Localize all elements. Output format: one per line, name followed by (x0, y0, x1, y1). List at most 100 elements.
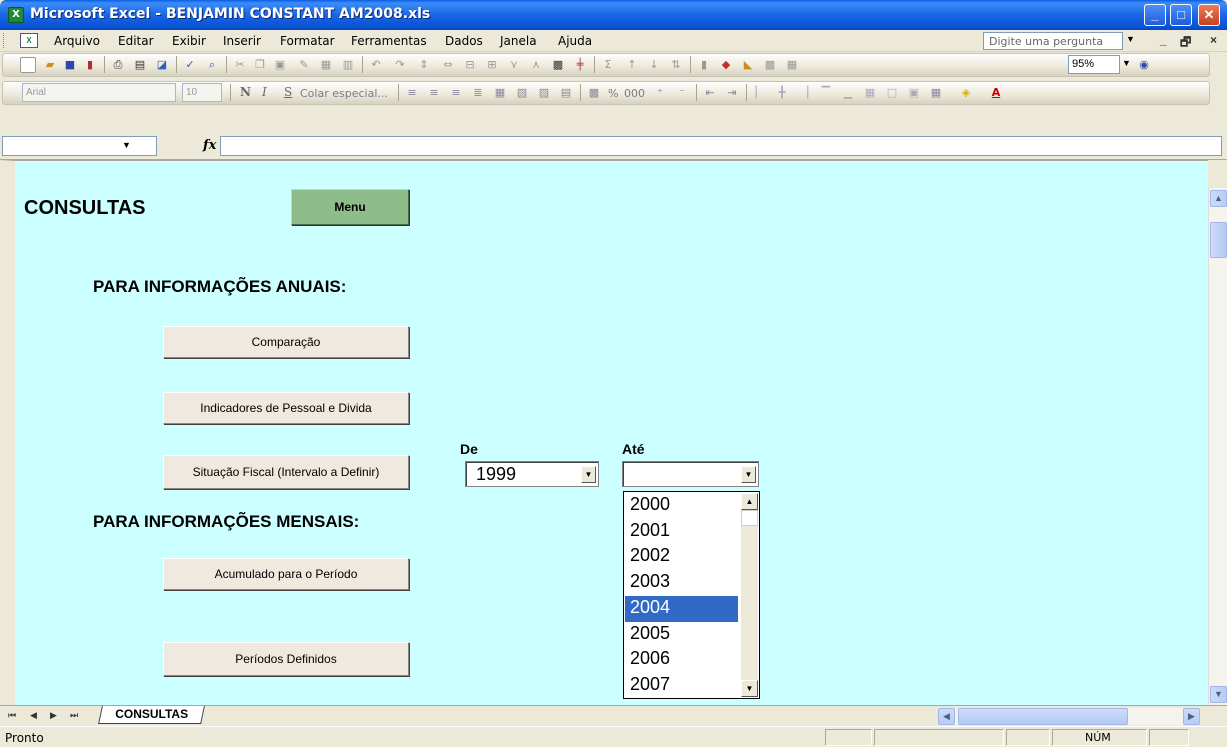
help-dropdown-icon[interactable]: ▼ (1126, 34, 1135, 44)
menu-arquivo[interactable]: Arquivo (54, 34, 100, 48)
help-icon[interactable]: ◉ (1136, 57, 1152, 73)
from-dropdown-icon[interactable]: ▼ (581, 466, 596, 483)
trace-icon[interactable]: ⋎ (506, 57, 522, 73)
thousands-button[interactable]: 000 (624, 87, 645, 100)
autosum-icon[interactable]: Σ (600, 57, 616, 73)
border-all-icon[interactable]: ▦ (862, 85, 878, 101)
horizontal-scroll-thumb[interactable] (958, 708, 1128, 725)
dropdown-scroll-thumb[interactable] (741, 510, 758, 526)
scroll-down-icon[interactable]: ▼ (1210, 686, 1227, 703)
sort-options-icon[interactable]: ⇅ (668, 57, 684, 73)
dropdown-option[interactable]: 2007 (625, 673, 738, 699)
indicadores-button[interactable]: Indicadores de Pessoal e Divida (163, 392, 409, 424)
borders-icon[interactable]: ╪ (572, 57, 588, 73)
drawing-icon[interactable]: ◆ (718, 57, 734, 73)
dropdown-option[interactable]: 2001 (625, 519, 738, 545)
menu-dados[interactable]: Dados (445, 34, 483, 48)
dropdown-scroll-up-icon[interactable]: ▲ (741, 493, 758, 510)
justify-icon[interactable]: ≣ (470, 85, 486, 101)
merge-center-icon[interactable]: ▦ (492, 85, 508, 101)
first-sheet-icon[interactable]: ⏮ (8, 710, 16, 721)
periodos-definidos-button[interactable]: Períodos Definidos (163, 642, 409, 676)
vertical-scrollbar[interactable]: ▲ ▼ (1208, 188, 1227, 705)
percent-button[interactable]: % (608, 87, 618, 100)
to-dropdown-icon[interactable]: ▼ (741, 466, 756, 483)
chart-wizard-icon[interactable]: ▮ (696, 57, 712, 73)
sheet-tab-consultas[interactable]: CONSULTAS (98, 706, 205, 724)
situacao-fiscal-button[interactable]: Situação Fiscal (Intervalo a Definir) (163, 455, 409, 489)
insert-row-icon[interactable]: ⇕ (416, 57, 432, 73)
next-sheet-icon[interactable]: ▶ (50, 710, 57, 721)
align-center-icon[interactable]: ≡ (426, 85, 442, 101)
form-icon[interactable]: ▦ (784, 57, 800, 73)
currency-icon[interactable]: ▩ (586, 85, 602, 101)
decrease-decimal-icon[interactable]: ⁻ (674, 85, 690, 101)
border-thick-icon[interactable]: ▣ (906, 85, 922, 101)
font-name-select[interactable]: Arial (22, 83, 176, 102)
freeze-panes-icon[interactable]: ▩ (550, 57, 566, 73)
decrease-indent-icon[interactable]: ⇤ (702, 85, 718, 101)
increase-decimal-icon[interactable]: ⁺ (652, 85, 668, 101)
border-left-icon[interactable]: ▏ (752, 85, 768, 101)
zoom-select[interactable]: 95% (1068, 55, 1120, 74)
print-icon[interactable]: ⎙ (110, 57, 126, 73)
spelling-icon[interactable]: ✓ (182, 57, 198, 73)
name-box-dropdown-icon[interactable]: ▼ (122, 140, 131, 150)
from-year-combo[interactable]: 1999 ▼ (465, 461, 599, 487)
worksheet-area[interactable]: CONSULTAS Menu PARA INFORMAÇÕES ANUAIS: … (0, 160, 1208, 705)
format-painter-icon[interactable]: ✎ (296, 57, 312, 73)
delete-column-icon[interactable]: ⊞ (484, 57, 500, 73)
paste-values-icon[interactable]: ▥ (340, 57, 356, 73)
dropdown-option[interactable]: 2006 (625, 647, 738, 673)
delete-row-icon[interactable]: ⊟ (462, 57, 478, 73)
insert-column-icon[interactable]: ⇔ (440, 57, 456, 73)
border-inside-icon[interactable]: ╋ (774, 85, 790, 101)
dropdown-scrollbar[interactable]: ▲ ▼ (741, 493, 758, 697)
macro-icon[interactable]: ▩ (762, 57, 778, 73)
menu-inserir[interactable]: Inserir (223, 34, 261, 48)
preview-icon[interactable]: ◪ (154, 57, 170, 73)
formula-input[interactable] (220, 136, 1222, 156)
workbook-close-button[interactable]: × (1210, 33, 1217, 47)
dropdown-option[interactable]: 2005 (625, 622, 738, 648)
font-color-icon[interactable]: A (988, 85, 1004, 101)
vertical-scroll-thumb[interactable] (1210, 222, 1227, 258)
align-right-icon[interactable]: ≡ (448, 85, 464, 101)
close-button[interactable]: ✕ (1198, 4, 1220, 26)
italic-button[interactable]: I (262, 85, 267, 99)
border-outline-icon[interactable]: □ (884, 85, 900, 101)
unmerge-cells-icon[interactable]: ▨ (536, 85, 552, 101)
align-left-icon[interactable]: ≡ (404, 85, 420, 101)
menu-ferramentas[interactable]: Ferramentas (351, 34, 427, 48)
merge-cells-icon[interactable]: ▧ (514, 85, 530, 101)
trace-dependents-icon[interactable]: ⋏ (528, 57, 544, 73)
menu-janela[interactable]: Janela (500, 34, 537, 48)
dropdown-option-selected[interactable]: 2004 (625, 596, 738, 622)
bold-button[interactable]: N (240, 85, 251, 99)
borders-dropdown-icon[interactable]: ▦ (928, 85, 944, 101)
border-bottom-icon[interactable]: ▁ (840, 85, 856, 101)
help-question-input[interactable]: Digite uma pergunta (983, 32, 1123, 50)
merge-across-icon[interactable]: ▤ (558, 85, 574, 101)
increase-indent-icon[interactable]: ⇥ (724, 85, 740, 101)
last-sheet-icon[interactable]: ⏭ (70, 710, 78, 721)
workbook-minimize-button[interactable]: _ (1160, 33, 1167, 47)
dropdown-option[interactable]: 2002 (625, 544, 738, 570)
undo-icon[interactable]: ↶ (368, 57, 384, 73)
menu-ajuda[interactable]: Ajuda (558, 34, 592, 48)
redo-icon[interactable]: ↷ (392, 57, 408, 73)
name-box[interactable] (2, 136, 157, 156)
save-icon[interactable]: ■ (62, 57, 78, 73)
horizontal-scrollbar[interactable]: ◀ ▶ (938, 708, 1200, 725)
print-preview-icon[interactable]: ▤ (132, 57, 148, 73)
font-size-select[interactable]: 10 (182, 83, 222, 102)
menu-exibir[interactable]: Exibir (172, 34, 206, 48)
menu-button[interactable]: Menu (291, 189, 409, 225)
scroll-right-icon[interactable]: ▶ (1183, 708, 1200, 725)
paste-icon[interactable]: ▣ (272, 57, 288, 73)
sort-descending-icon[interactable]: ↓ (646, 57, 662, 73)
dropdown-option[interactable]: 2003 (625, 570, 738, 596)
scroll-left-icon[interactable]: ◀ (938, 708, 955, 725)
menu-formatar[interactable]: Formatar (280, 34, 335, 48)
workbook-restore-button[interactable]: 🗗 (1180, 33, 1191, 54)
